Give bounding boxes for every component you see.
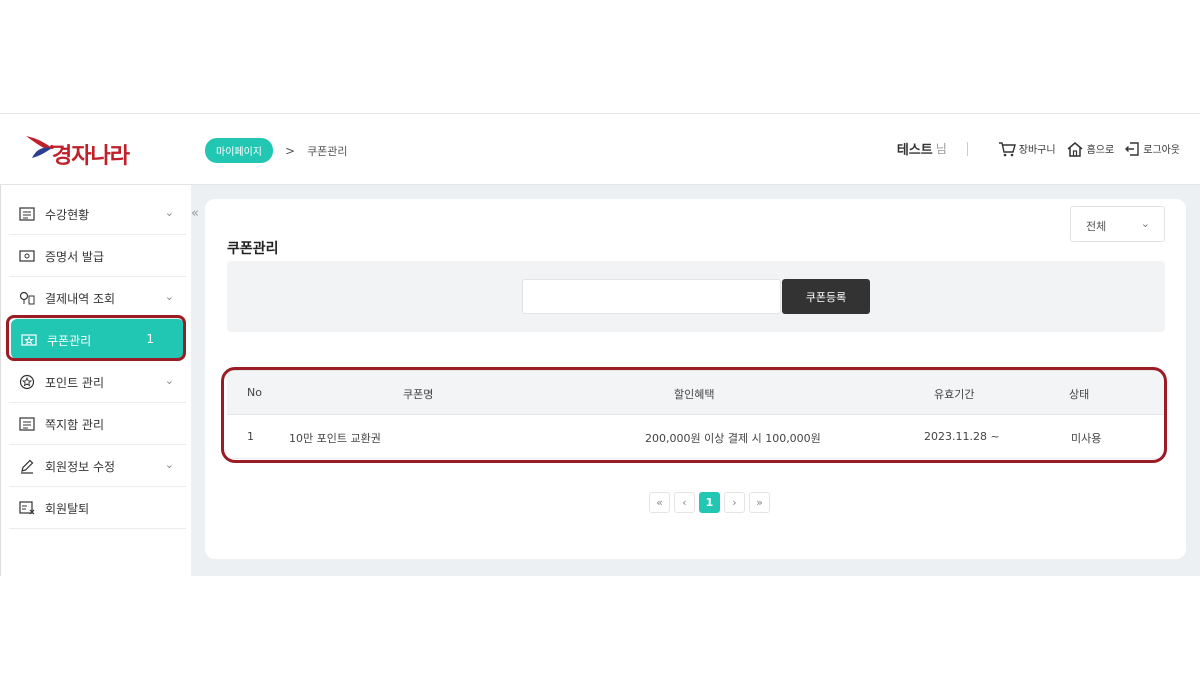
breadcrumb-mypage[interactable]: 마이페이지 [205,138,273,163]
pagination: « ‹ 1 › » [649,492,770,513]
breadcrumb-separator-icon: > [285,143,296,158]
home-label: 홈으로 [1086,145,1115,156]
coupon-table-highlight-outline [221,367,1167,463]
chevron-down-icon[interactable]: ⌄ [165,458,174,471]
filter-selected-value: 전체 [1086,220,1107,233]
chevron-down-icon[interactable]: ⌄ [165,206,174,219]
next-page-button[interactable]: › [724,492,745,513]
coupon-register-button[interactable]: 쿠폰등록 [782,279,870,314]
first-page-button[interactable]: « [649,492,670,513]
point-icon [19,374,35,390]
sidebar-item-label: 회원정보 수정 [45,460,116,474]
sidebar-item-point[interactable]: 포인트 관리 ⌄ [9,361,186,403]
sidebar-item-label: 수강현황 [45,208,90,222]
home-link[interactable]: 홈으로 [1066,141,1115,157]
app-frame: 경자나라 마이페이지 > 쿠폰관리 테스트 님 장바구니 홈으로 로그아웃 수강… [0,113,1200,576]
sidebar-item-message[interactable]: 쪽지함 관리 [9,403,186,445]
cart-icon [998,141,1016,156]
top-header: 경자나라 마이페이지 > 쿠폰관리 테스트 님 장바구니 홈으로 로그아웃 [0,114,1200,185]
sidebar-item-label: 결제내역 조회 [45,292,116,306]
coupon-code-input[interactable] [522,279,781,314]
collapse-sidebar-icon[interactable]: « [191,206,199,221]
certificate-icon [19,250,35,262]
chevron-down-icon[interactable]: ⌄ [165,374,174,387]
cart-label: 장바구니 [1018,145,1056,156]
sidebar-item-label: 쪽지함 관리 [45,418,105,432]
header-divider [966,141,968,156]
last-page-button[interactable]: » [749,492,770,513]
chevron-down-icon: ⌄ [1140,217,1150,230]
sidebar-item-withdraw[interactable]: 회원탈퇴 [9,487,186,529]
withdraw-icon [19,501,35,515]
page: 경자나라 마이페이지 > 쿠폰관리 테스트 님 장바구니 홈으로 로그아웃 수강… [0,0,1200,675]
cart-link[interactable]: 장바구니 [998,141,1056,157]
page-title: 쿠폰관리 [227,241,279,257]
sidebar-item-certificate[interactable]: 증명서 발급 [9,235,186,277]
site-logo[interactable]: 경자나라 [22,128,157,169]
logout-label: 로그아웃 [1143,145,1180,156]
user-name: 테스트 [896,143,933,158]
home-icon [1067,141,1083,157]
sidebar-item-label: 회원탈퇴 [45,502,90,516]
message-icon [19,417,35,431]
sidebar-item-course-status[interactable]: 수강현황 ⌄ [9,193,186,235]
sidebar-item-edit-profile[interactable]: 회원정보 수정 ⌄ [9,445,186,487]
coupon-register-panel: 쿠폰등록 [227,261,1165,332]
sidebar-item-label: 포인트 관리 [45,376,105,390]
prev-page-button[interactable]: ‹ [674,492,695,513]
coupon-menu-highlight-outline [6,315,186,361]
status-filter-select[interactable]: 전체 ⌄ [1070,206,1165,242]
pencil-icon [21,459,34,474]
header-user-area: 테스트 님 장바구니 홈으로 로그아웃 [897,139,1180,158]
logout-icon [1125,141,1139,156]
user-suffix: 님 [935,142,947,156]
breadcrumb: 마이페이지 > 쿠폰관리 [205,138,348,163]
sidebar-item-label: 증명서 발급 [45,250,105,264]
logo-text: 경자나라 [52,143,130,169]
breadcrumb-current: 쿠폰관리 [307,144,348,158]
page-1-button[interactable]: 1 [699,492,720,513]
sidebar: 수강현황 ⌄ 증명서 발급 결제내역 조회 ⌄ 쿠폰관리 1 포인트 관리 ⌄ [0,185,190,576]
logout-link[interactable]: 로그아웃 [1124,141,1180,157]
chevron-down-icon[interactable]: ⌄ [165,290,174,303]
list-icon [19,207,35,221]
sidebar-item-payment[interactable]: 결제내역 조회 ⌄ [9,277,186,319]
payment-icon [19,291,35,305]
